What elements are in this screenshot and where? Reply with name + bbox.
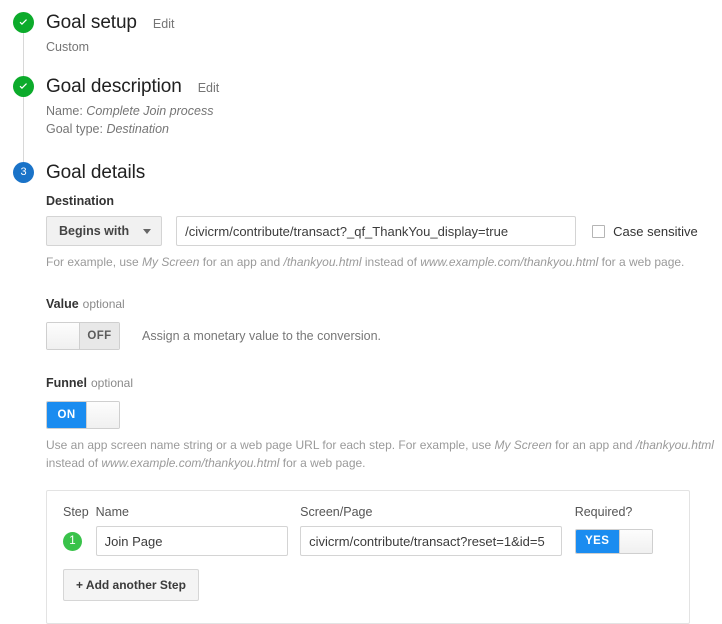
funnel-steps-panel: Step Name Screen/Page Required? 1 Join P… <box>46 490 690 624</box>
chevron-down-icon <box>143 228 152 234</box>
match-type-select[interactable]: Begins with <box>46 216 163 247</box>
funnel-label-row: Funnel optional <box>46 374 722 392</box>
funnel-hint-g: for a web page. <box>279 456 366 471</box>
table-row: 1 Join Page civicrm/contribute/transact?… <box>63 526 673 557</box>
funnel-step-screen-input[interactable] <box>300 526 563 557</box>
value-toggle-description: Assign a monetary value to the conversio… <box>142 329 382 344</box>
destination-row: Begins with Case sensitive <box>46 216 722 247</box>
wizard-step-goal-setup: Goal setup Edit Custom <box>0 0 722 56</box>
funnel-step-number-cell: 1 <box>63 526 96 556</box>
goal-name-value: Complete Join process <box>86 104 214 119</box>
goal-setup-title: Goal setup <box>46 12 137 33</box>
funnel-hint: Use an app screen name string or a web p… <box>46 436 722 472</box>
funnel-hint-d: /thankyou.html <box>635 438 714 453</box>
wizard-step-goal-description: Goal description Edit Name: Complete Joi… <box>0 56 722 138</box>
funnel-label: Funnel <box>46 376 87 391</box>
destination-hint-b: My Screen <box>142 255 200 270</box>
add-another-step-button[interactable]: + Add another Step <box>63 569 199 602</box>
destination-hint-a: For example, use <box>46 255 143 270</box>
destination-hint: For example, use My Screen for an app an… <box>46 253 722 271</box>
funnel-step-required-cell: YES <box>574 526 673 556</box>
goal-setup-summary: Custom <box>46 40 90 54</box>
goal-description-body: Goal description Edit Name: Complete Joi… <box>46 76 722 138</box>
funnel-toggle[interactable]: ON <box>46 401 120 430</box>
value-toggle[interactable]: OFF <box>46 322 120 351</box>
funnel-toggle-state: ON <box>47 402 87 429</box>
destination-input[interactable] <box>176 216 577 247</box>
case-sensitive-checkbox[interactable] <box>592 224 606 238</box>
funnel-table-header-row: Step Name Screen/Page Required? <box>63 505 673 526</box>
destination-hint-e: instead of <box>361 255 421 270</box>
goal-details-form: Destination Begins with Case sensitive F… <box>46 194 722 624</box>
step-number-badge: 3 <box>13 162 34 184</box>
funnel-header-required: Required? <box>574 505 633 520</box>
funnel-step-badge: 1 <box>63 531 82 551</box>
funnel-toggle-row: ON <box>46 392 722 430</box>
funnel-header-name: Name <box>95 505 129 520</box>
funnel-table-head: Step Name Screen/Page Required? <box>63 505 673 526</box>
goal-details-title-row: Goal details <box>46 162 722 184</box>
goal-setup-marker-column <box>0 12 46 33</box>
value-optional-tag: optional <box>82 297 125 312</box>
match-type-value: Begins with <box>59 224 130 239</box>
value-toggle-row: OFF Assign a monetary value to the conve… <box>46 313 722 351</box>
goal-setup-body: Goal setup Edit Custom <box>46 12 722 56</box>
funnel-step-required-state: YES <box>575 529 620 553</box>
funnel-step-required-knob <box>619 529 652 553</box>
goal-name-prefix: Name: <box>46 104 87 119</box>
destination-hint-c: for an app and <box>199 255 284 270</box>
funnel-hint-b: My Screen <box>494 438 552 453</box>
funnel-step-screen-cell <box>300 526 575 557</box>
goal-setup-edit-link[interactable]: Edit <box>153 17 175 31</box>
value-toggle-knob <box>47 323 79 350</box>
value-label: Value <box>46 297 79 312</box>
goal-type-value: Destination <box>106 122 169 137</box>
case-sensitive-label: Case sensitive <box>613 223 698 239</box>
goal-details-marker-column: 3 <box>0 162 46 184</box>
destination-hint-g: for a web page. <box>598 255 685 270</box>
value-toggle-state: OFF <box>79 323 119 350</box>
funnel-hint-a: Use an app screen name string or a web p… <box>46 438 495 453</box>
funnel-optional-tag: optional <box>90 376 134 391</box>
value-section: Value optional OFF Assign a monetary valu… <box>46 295 722 351</box>
funnel-header-screen: Screen/Page <box>300 505 373 520</box>
funnel-section: Funnel optional ON Use an app screen name… <box>46 374 722 624</box>
wizard-step-goal-details: 3 Goal details Destination Begins with /… <box>0 138 722 624</box>
funnel-toggle-knob <box>87 402 119 429</box>
destination-hint-f: www.example.com/thankyou.html <box>420 255 599 270</box>
check-icon <box>13 12 34 33</box>
funnel-hint-e: instead of <box>46 456 102 471</box>
check-icon <box>13 76 34 98</box>
funnel-header-step: Step <box>63 505 89 520</box>
funnel-table-body: 1 Join Page civicrm/contribute/transact?… <box>63 526 673 557</box>
goal-description-title-row: Goal description Edit <box>46 76 722 98</box>
goal-description-title: Goal description <box>46 76 182 98</box>
goal-wizard: Goal setup Edit Custom Goal description … <box>0 0 722 624</box>
funnel-step-name-cell <box>95 526 301 557</box>
destination-label: Destination <box>46 194 115 209</box>
funnel-hint-f: www.example.com/thankyou.html <box>101 456 280 471</box>
funnel-step-required-toggle[interactable]: YES <box>574 528 653 554</box>
funnel-step-name-input[interactable] <box>95 526 288 557</box>
destination-hint-d: /thankyou.html <box>283 255 362 270</box>
goal-description-edit-link[interactable]: Edit <box>198 81 220 95</box>
goal-description-summary: Name: Complete Join process Goal type: D… <box>46 102 722 138</box>
goal-name-line: Name: Complete Join process <box>46 102 722 120</box>
goal-details-title: Goal details <box>46 162 146 184</box>
goal-details-body: Goal details Destination Begins with Cas… <box>46 162 722 624</box>
value-label-row: Value optional <box>46 295 722 313</box>
goal-type-prefix: Goal type: <box>46 122 107 137</box>
case-sensitive-checkbox-wrap[interactable]: Case sensitive <box>592 224 698 239</box>
goal-description-marker-column <box>0 76 46 98</box>
goal-type-line: Goal type: Destination <box>46 120 722 138</box>
funnel-steps-table: Step Name Screen/Page Required? 1 Join P… <box>63 505 673 557</box>
funnel-hint-c: for an app and <box>551 438 636 453</box>
goal-setup-title-row: Goal setup Edit <box>46 12 722 34</box>
